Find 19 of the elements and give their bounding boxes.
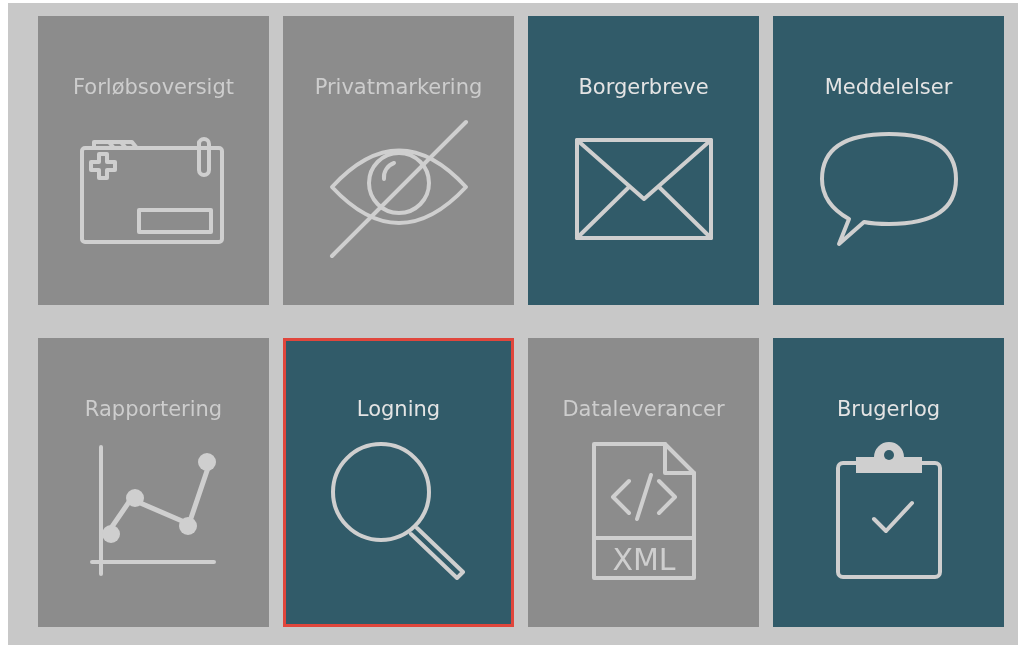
menu-tile[interactable]: Brugerlog — [773, 338, 1004, 627]
envelope-icon — [573, 137, 714, 241]
crossed-eye-icon — [328, 119, 469, 259]
clipboard-check-icon — [833, 441, 944, 581]
speech-bubble-icon — [818, 129, 959, 249]
line-chart-icon — [88, 443, 219, 579]
tile-title: Brugerlog — [836, 396, 941, 423]
menu-tile[interactable]: Logning — [283, 338, 514, 627]
tile-title: Borgerbreve — [578, 74, 709, 101]
tile-title: Meddelelser — [824, 74, 953, 101]
tile-title: Logning — [356, 396, 441, 423]
file-type-label: XML — [611, 542, 676, 577]
menu-tile[interactable]: Meddelelser — [773, 16, 1004, 305]
xml-file-icon — [591, 442, 696, 580]
tile-title: Forløbsoversigt — [73, 74, 234, 101]
tile-title: Privatmarkering — [314, 74, 483, 101]
tile-title: Dataleverancer — [562, 396, 725, 423]
menu-tile[interactable]: Borgerbreve — [528, 16, 759, 305]
tile-title: Rapportering — [84, 396, 223, 423]
